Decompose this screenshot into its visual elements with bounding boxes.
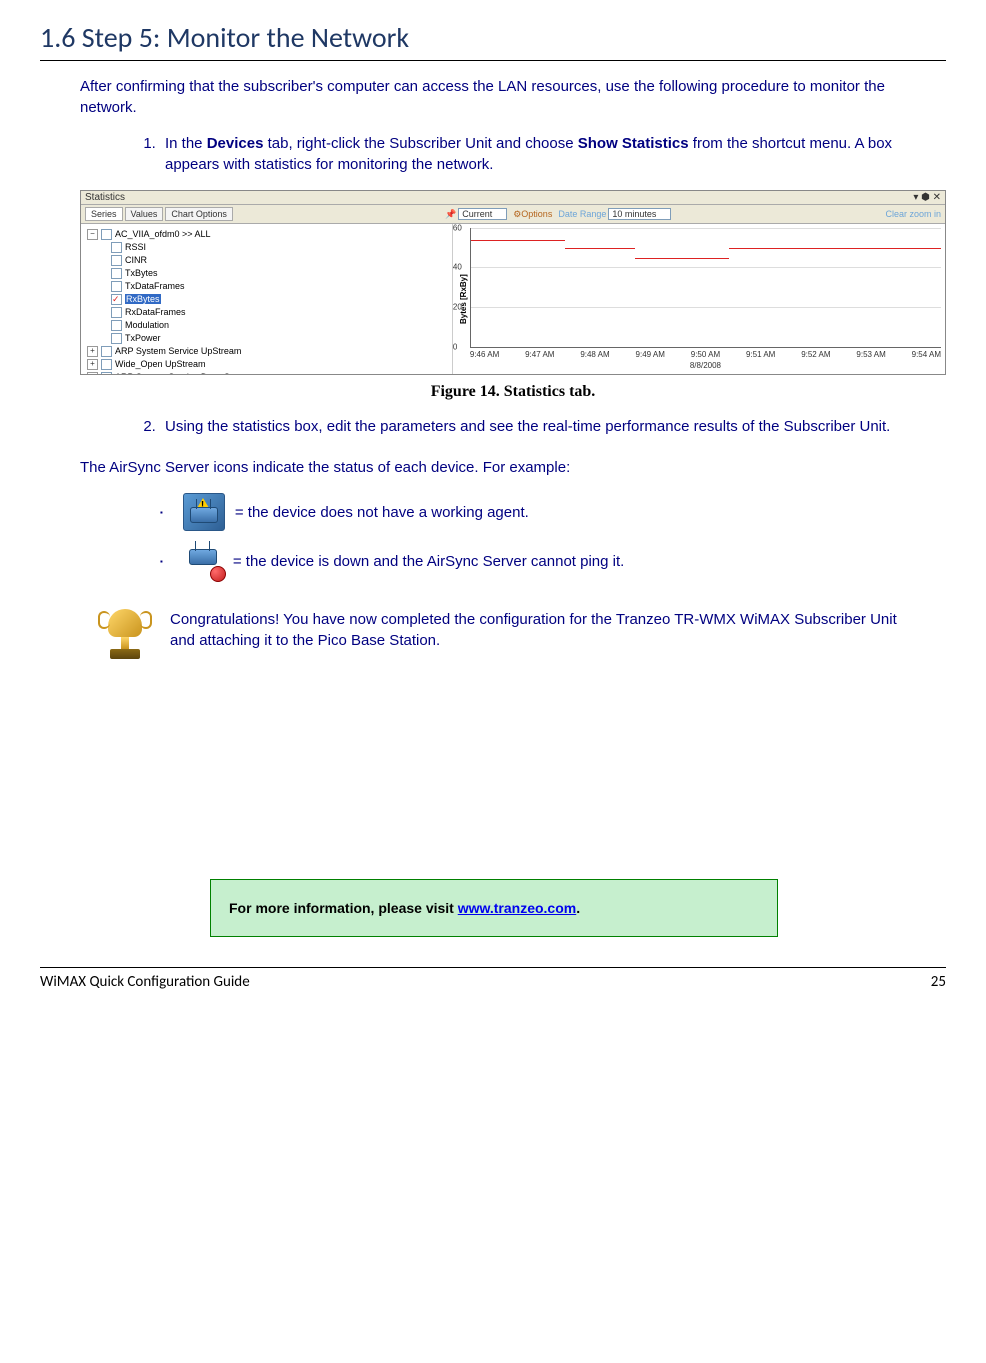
chart-ylabel: Bytes [RxBy] <box>457 228 470 370</box>
ytick: 40 <box>453 263 462 272</box>
tree-extra-label: Wide_Open UpStream <box>115 359 206 369</box>
xtick: 9:49 AM <box>636 350 665 359</box>
chart-series-segment <box>729 248 941 249</box>
tree-item[interactable]: RxDataFrames <box>111 306 448 319</box>
footer-page-number: 25 <box>931 973 946 991</box>
info-prefix: For more information, please visit <box>229 900 458 916</box>
time-range-dropdown[interactable]: 10 minutes <box>608 208 671 220</box>
pin-icon[interactable]: 📌 <box>445 209 456 220</box>
xtick: 9:52 AM <box>801 350 830 359</box>
info-box: For more information, please visit www.t… <box>210 879 778 937</box>
tree-item[interactable]: TxDataFrames <box>111 280 448 293</box>
tree-extra[interactable]: +Wide_Open UpStream <box>87 358 448 371</box>
tab-chart-options[interactable]: Chart Options <box>165 207 233 221</box>
footer-title: WiMAX Quick Configuration Guide <box>40 973 250 991</box>
heading-rule <box>40 60 946 61</box>
bullet2-text: = the device is down and the AirSync Ser… <box>233 553 624 570</box>
figure-14: Statistics ▾ ⬢ ✕ Series Values Chart Opt… <box>80 190 946 401</box>
tree-extra-label: ARP System Service DownStream <box>115 372 253 374</box>
tree-item-label: Modulation <box>125 320 169 330</box>
tree-root-item[interactable]: −AC_VIIA_ofdm0 >> ALL <box>87 228 448 241</box>
clear-zoom-link[interactable]: Clear zoom in <box>885 209 941 219</box>
step-1: In the Devices tab, right-click the Subs… <box>160 133 906 175</box>
chart-series-segment <box>635 258 729 259</box>
ytick: 0 <box>453 343 457 352</box>
xtick: 9:48 AM <box>580 350 609 359</box>
congrats-text: Congratulations! You have now completed … <box>170 609 906 679</box>
page-heading: 1.6 Step 5: Monitor the Network <box>40 20 946 55</box>
tab-series[interactable]: Series <box>85 207 123 221</box>
ytick: 20 <box>453 302 462 311</box>
intro-paragraph: After confirming that the subscriber's c… <box>80 76 906 118</box>
chart-series-segment <box>565 248 636 249</box>
step-2: Using the statistics box, edit the param… <box>160 416 906 437</box>
tree-extra-label: ARP System Service UpStream <box>115 346 241 356</box>
bullet1-text: = the device does not have a working age… <box>235 504 529 521</box>
tree-extra[interactable]: +ARP System Service UpStream <box>87 345 448 358</box>
bullet-item-2: = the device is down and the AirSync Ser… <box>160 543 906 579</box>
options-label: Options <box>521 209 552 219</box>
options-button[interactable]: ⚙Options <box>513 209 552 220</box>
footer-rule <box>40 967 946 968</box>
tree-panel: −AC_VIIA_ofdm0 >> ALL RSSI CINR TxBytes … <box>81 224 453 374</box>
step1-prefix: In the <box>165 135 207 152</box>
tree-item-label: TxDataFrames <box>125 281 185 291</box>
ytick: 60 <box>453 224 462 233</box>
status-intro: The AirSync Server icons indicate the st… <box>80 457 906 478</box>
tree-item-label: CINR <box>125 255 147 265</box>
tree-item-label: TxPower <box>125 333 161 343</box>
current-dropdown[interactable]: Current <box>458 208 507 220</box>
figure-caption: Figure 14. Statistics tab. <box>80 383 946 401</box>
xtick: 9:47 AM <box>525 350 554 359</box>
tree-item[interactable]: TxPower <box>111 332 448 345</box>
device-down-icon <box>183 543 223 579</box>
device-no-agent-icon <box>183 493 225 531</box>
tree-item[interactable]: TxBytes <box>111 267 448 280</box>
chart-plot: 60 40 20 0 <box>470 228 941 348</box>
step1-bold1: Devices <box>207 135 264 152</box>
page-footer: WiMAX Quick Configuration Guide 25 <box>40 973 946 991</box>
tree-item[interactable]: RSSI <box>111 241 448 254</box>
step1-bold2: Show Statistics <box>578 135 689 152</box>
xtick: 9:50 AM <box>691 350 720 359</box>
xtick: 9:53 AM <box>856 350 885 359</box>
statistics-screenshot: Statistics ▾ ⬢ ✕ Series Values Chart Opt… <box>80 190 946 375</box>
xtick: 9:46 AM <box>470 350 499 359</box>
bullet-item-1: = the device does not have a working age… <box>160 493 906 531</box>
xtick: 9:51 AM <box>746 350 775 359</box>
tree-item-label: TxBytes <box>125 268 158 278</box>
chart-xaxis: 9:46 AM 9:47 AM 9:48 AM 9:49 AM 9:50 AM … <box>470 348 941 361</box>
tree-item-label: RxDataFrames <box>125 307 186 317</box>
info-suffix: . <box>576 900 580 916</box>
chart-series-segment <box>471 240 565 241</box>
titlebar-controls[interactable]: ▾ ⬢ ✕ <box>913 192 941 203</box>
date-range-label[interactable]: Date Range <box>558 209 606 219</box>
xtick: 9:54 AM <box>912 350 941 359</box>
info-link[interactable]: www.tranzeo.com <box>458 900 577 916</box>
tree-item-label: RxBytes <box>125 294 161 304</box>
screenshot-titlebar: Statistics ▾ ⬢ ✕ <box>81 191 945 205</box>
tree-item[interactable]: CINR <box>111 254 448 267</box>
tree-extra[interactable]: +ARP System Service DownStream <box>87 371 448 374</box>
tree-item-selected[interactable]: RxBytes <box>111 293 448 306</box>
titlebar-title: Statistics <box>85 192 125 203</box>
tree-item[interactable]: Modulation <box>111 319 448 332</box>
tree-item-label: RSSI <box>125 242 146 252</box>
screenshot-toolbar: Series Values Chart Options 📌 Current ⚙O… <box>81 205 945 224</box>
tree-root-label: AC_VIIA_ofdm0 >> ALL <box>115 229 211 239</box>
trophy-icon <box>100 609 150 679</box>
step1-mid: tab, right-click the Subscriber Unit and… <box>263 135 577 152</box>
congrats-block: Congratulations! You have now completed … <box>100 609 906 679</box>
chart-panel: Bytes [RxBy] 60 40 20 0 <box>453 224 945 374</box>
chart-xdate: 8/8/2008 <box>470 361 941 370</box>
tab-values[interactable]: Values <box>125 207 164 221</box>
